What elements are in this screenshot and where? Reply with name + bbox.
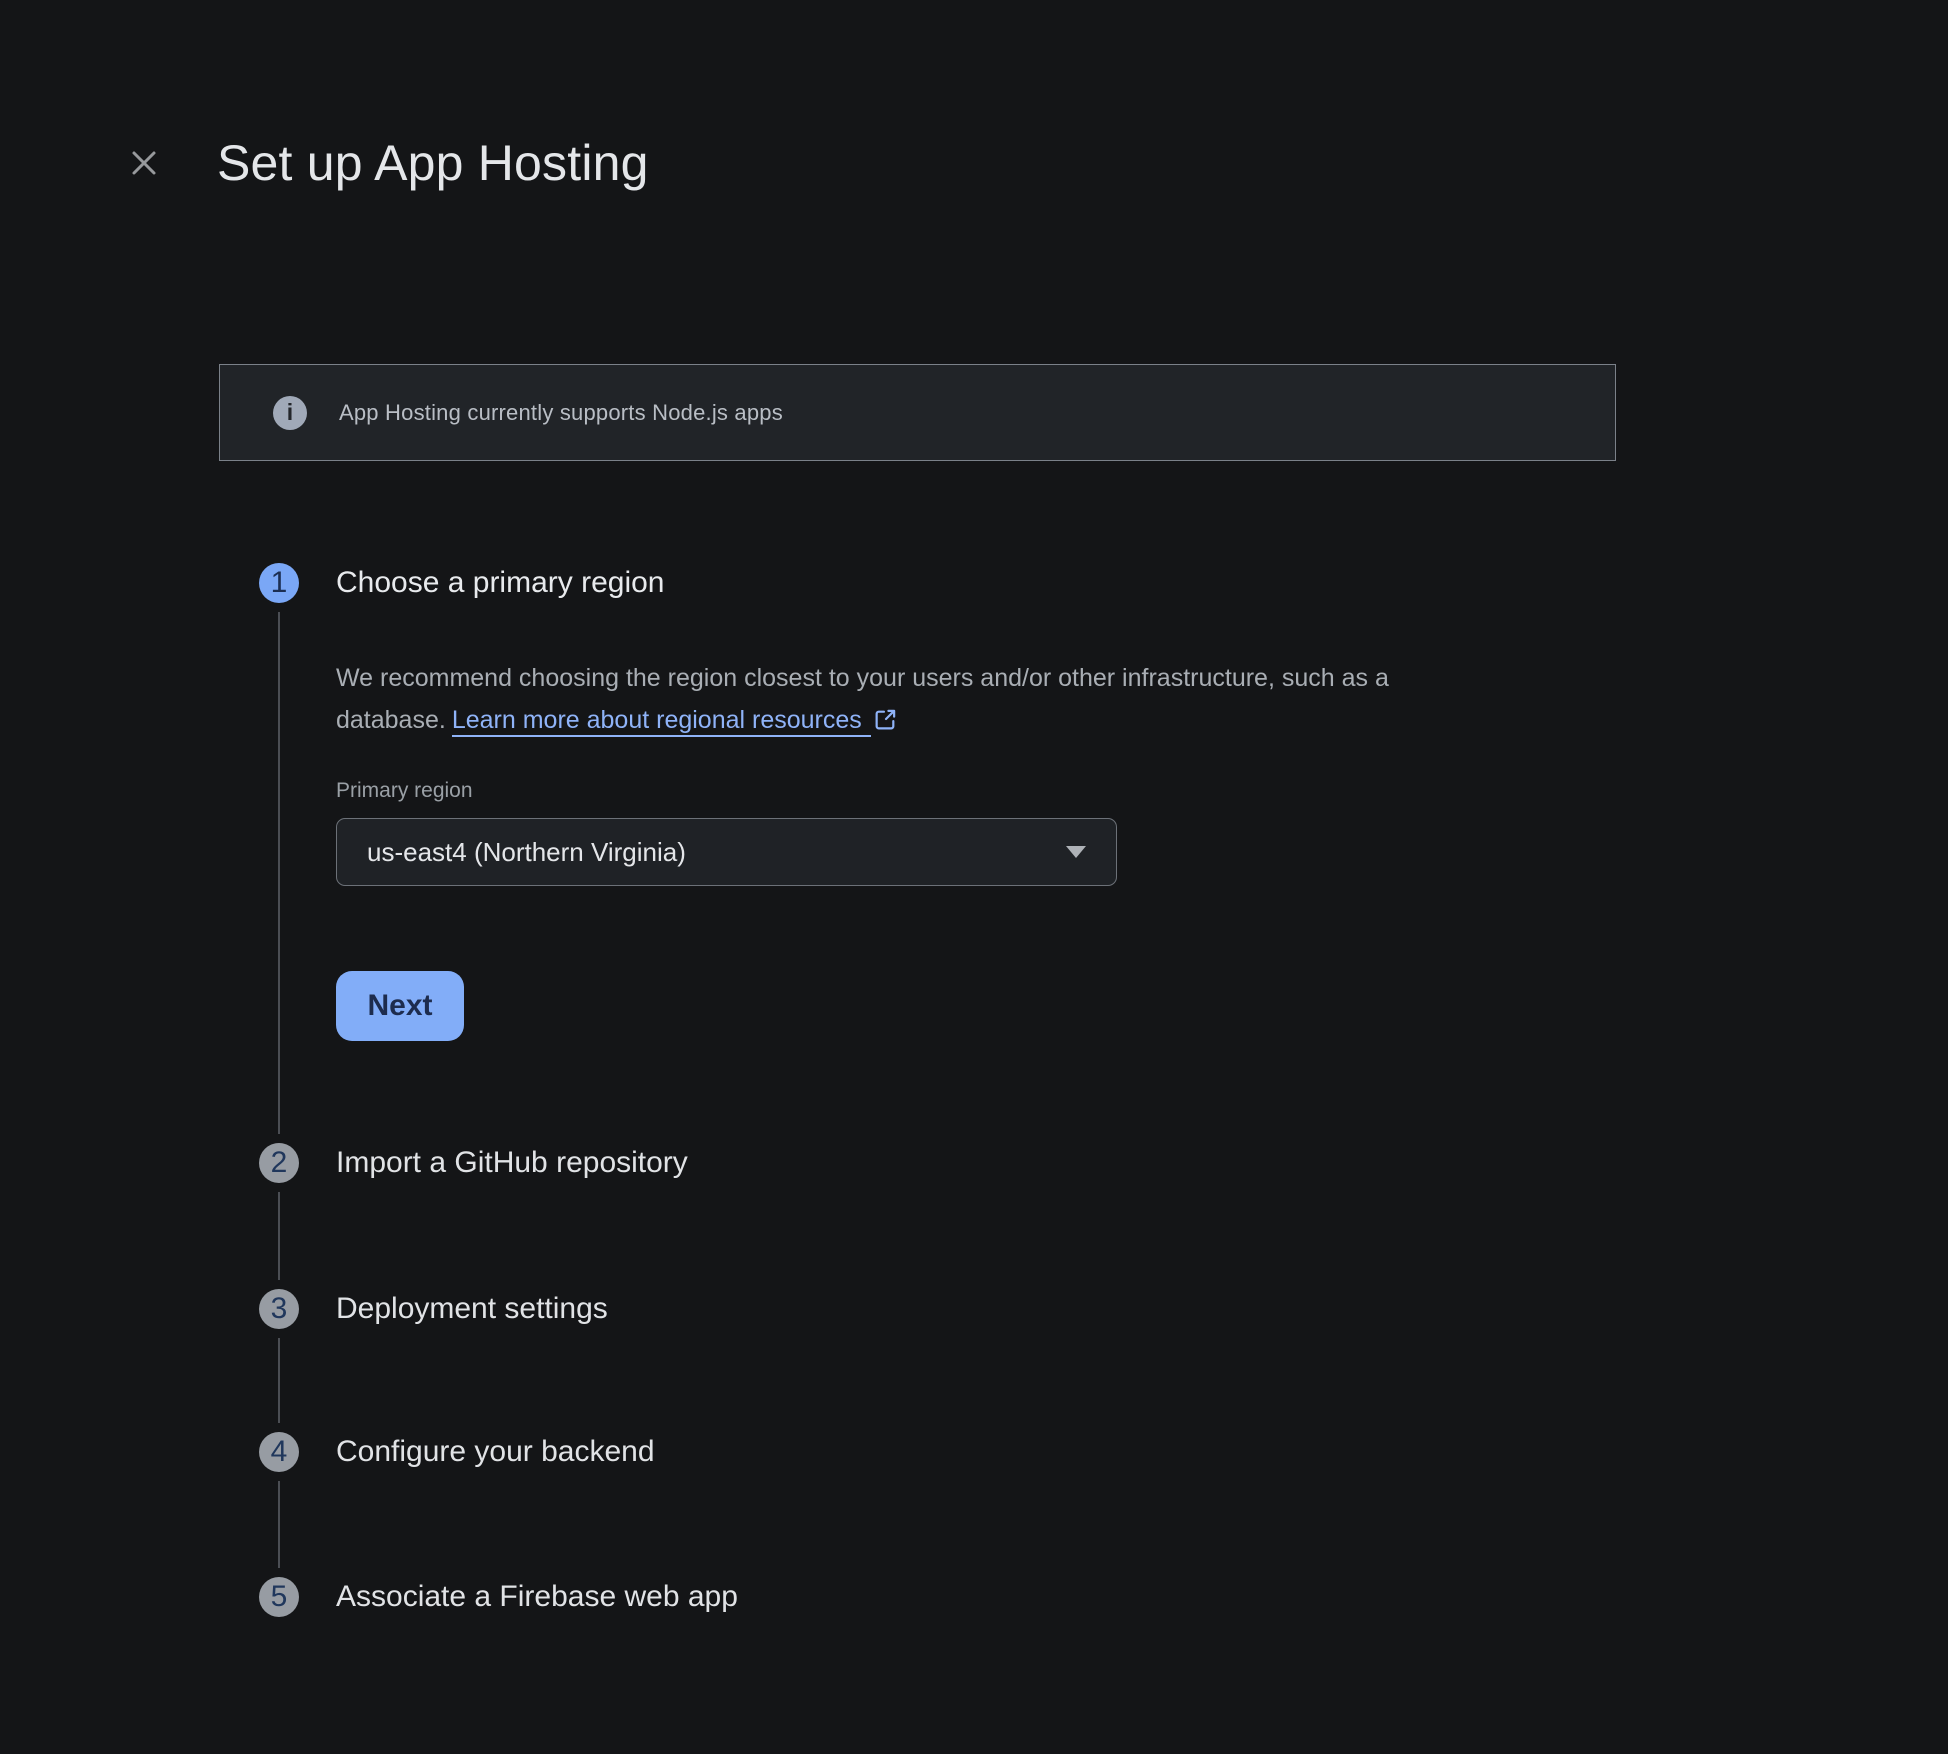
step-associate-firebase-web-app: 5 Associate a Firebase web app — [259, 1577, 1576, 1617]
external-link-icon — [873, 703, 898, 745]
step-description: We recommend choosing the region closest… — [336, 657, 1576, 745]
app-hosting-setup-dialog: Set up App Hosting i App Hosting current… — [0, 0, 1948, 1754]
step-1-content: Choose a primary region We recommend cho… — [336, 563, 1576, 1143]
primary-region-select[interactable]: us-east4 (Northern Virginia) — [336, 818, 1117, 886]
step-connector — [278, 1481, 280, 1568]
info-banner: i App Hosting currently supports Node.js… — [219, 364, 1616, 461]
setup-stepper: 1 Choose a primary region We recommend c… — [259, 563, 1576, 1617]
next-button[interactable]: Next — [336, 971, 464, 1041]
step-label: Configure your backend — [336, 1432, 655, 1472]
step-import-github-repository: 2 Import a GitHub repository — [259, 1143, 1576, 1289]
step-number-badge: 1 — [259, 563, 299, 603]
step-rail: 2 — [259, 1143, 299, 1289]
step-number-badge: 3 — [259, 1289, 299, 1329]
step-label: Associate a Firebase web app — [336, 1577, 738, 1617]
learn-more-link-text: Learn more about regional resources — [452, 706, 871, 737]
close-button[interactable] — [126, 145, 162, 181]
learn-more-link[interactable]: Learn more about regional resources — [452, 706, 898, 734]
info-banner-text: App Hosting currently supports Node.js a… — [339, 400, 783, 426]
primary-region-select-value: us-east4 (Northern Virginia) — [367, 837, 1066, 868]
step-label: Deployment settings — [336, 1289, 608, 1329]
step-title: Choose a primary region — [336, 563, 1576, 603]
step-rail: 5 — [259, 1577, 299, 1617]
step-number-badge: 5 — [259, 1577, 299, 1617]
step-connector — [278, 1338, 280, 1423]
step-number-badge: 2 — [259, 1143, 299, 1183]
step-rail: 4 — [259, 1432, 299, 1577]
step-connector — [278, 612, 280, 1134]
close-icon — [130, 149, 158, 177]
info-icon: i — [273, 396, 307, 430]
step-choose-primary-region: 1 Choose a primary region We recommend c… — [259, 563, 1576, 1143]
step-number-badge: 4 — [259, 1432, 299, 1472]
page-title: Set up App Hosting — [217, 134, 649, 192]
dropdown-caret-icon — [1066, 846, 1086, 858]
primary-region-label: Primary region — [336, 777, 1576, 805]
step-rail: 3 — [259, 1289, 299, 1432]
step-deployment-settings: 3 Deployment settings — [259, 1289, 1576, 1432]
step-configure-your-backend: 4 Configure your backend — [259, 1432, 1576, 1577]
step-rail: 1 — [259, 563, 299, 1143]
step-label: Import a GitHub repository — [336, 1143, 688, 1183]
step-connector — [278, 1192, 280, 1280]
